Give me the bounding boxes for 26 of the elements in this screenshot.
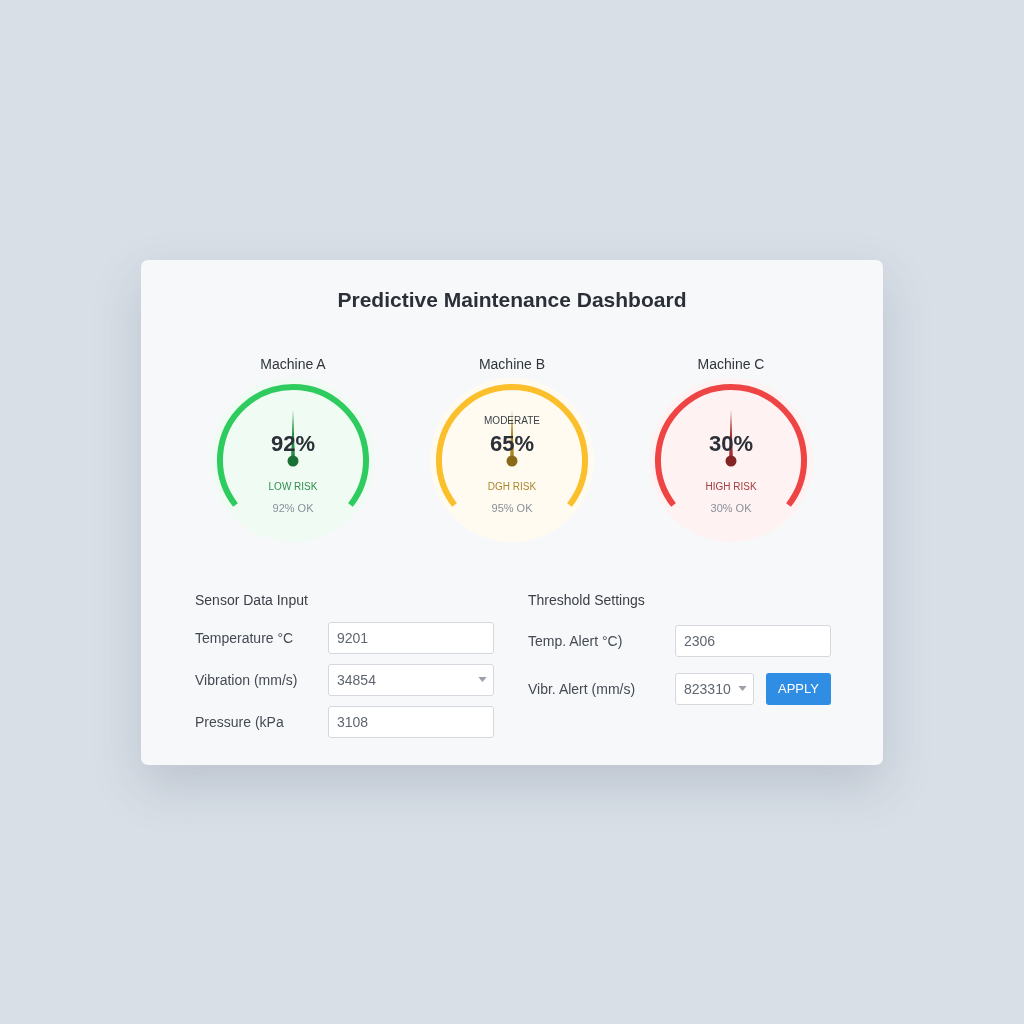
machine-name: Machine B xyxy=(478,355,546,374)
caret-icon xyxy=(738,686,747,691)
risk-label: HIGH RISK xyxy=(705,480,757,492)
dropdown[interactable]: 34854 xyxy=(328,663,494,696)
section-heading: Sensor Data Input xyxy=(195,591,309,608)
status-text: 30% OK xyxy=(710,501,752,514)
machine-name: Machine A xyxy=(260,355,326,374)
machine-name: Machine C xyxy=(697,355,765,374)
field-label: Pressure (kPa xyxy=(195,713,285,730)
dropdown[interactable]: 823310 xyxy=(675,672,754,705)
input-field[interactable]: 3108 xyxy=(328,705,494,738)
field-label: Vibration (mm/s) xyxy=(195,671,299,688)
risk-label: DGH RISK xyxy=(487,480,537,492)
caret-icon xyxy=(478,677,487,682)
status-label: MODERATE xyxy=(484,414,540,426)
risk-label: LOW RISK xyxy=(268,480,318,492)
status-text: 95% OK xyxy=(491,501,533,514)
dashboard-title: Predictive Maintenance Dashboard xyxy=(336,287,688,313)
field-label: Temperature °C xyxy=(195,629,295,646)
section-heading: Threshold Settings xyxy=(528,591,646,608)
field-label: Vibr. Alert (mm/s) xyxy=(528,680,637,697)
status-text: 92% OK xyxy=(272,501,314,514)
input-field[interactable]: 2306 xyxy=(675,624,831,657)
apply-button[interactable]: APPLY xyxy=(766,672,831,705)
field-label: Temp. Alert °C) xyxy=(528,632,624,649)
input-field[interactable]: 9201 xyxy=(328,621,494,654)
